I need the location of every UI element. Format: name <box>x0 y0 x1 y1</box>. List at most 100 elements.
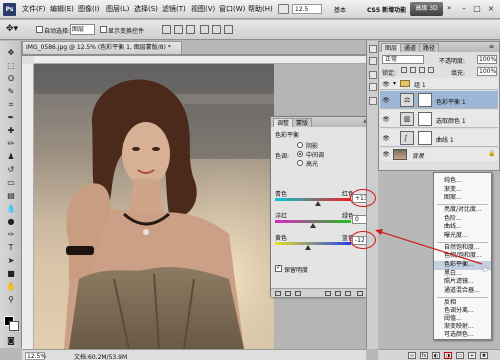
clone-stamp-icon[interactable]: ♟ <box>4 151 18 162</box>
document-size-info[interactable]: 文档:60.2M/53.9M <box>74 352 127 360</box>
zoom-status-field[interactable]: 12.5% <box>25 352 46 360</box>
tab-masks[interactable]: 蒙版 <box>292 118 313 127</box>
workspace-more-button[interactable]: » <box>447 4 451 12</box>
menu-filter[interactable]: 滤镜(T) <box>162 4 186 14</box>
add-mask-icon[interactable]: ◐ <box>432 352 440 359</box>
link-layers-icon[interactable]: ∞ <box>408 352 416 359</box>
tone-shadows-radio[interactable] <box>297 142 303 148</box>
tab-adjustments[interactable]: 调整 <box>273 118 294 127</box>
yellow-blue-track[interactable] <box>275 242 351 245</box>
layer-row-curves[interactable]: 👁 ∫ 曲线 1 <box>380 129 498 147</box>
trash-icon[interactable] <box>357 291 363 296</box>
tab-layers[interactable]: 图层 <box>381 43 402 52</box>
layer-mask-thumbnail[interactable] <box>418 93 432 107</box>
menu-file[interactable]: 文件(F) <box>22 4 46 14</box>
preserve-luminosity-checkbox[interactable]: ✓ <box>275 264 282 272</box>
layers-menu-icon[interactable]: ≡ <box>489 43 494 50</box>
layer-row-background[interactable]: 👁 背景 🔒 <box>380 148 498 161</box>
zoom-level-field[interactable]: 12.5 <box>292 4 322 14</box>
pen-icon[interactable]: ✑ <box>4 229 18 240</box>
group-expand-icon[interactable]: ▾ <box>393 80 396 87</box>
new-group-icon[interactable]: ▭ <box>456 352 464 359</box>
marquee-icon[interactable]: ⬚ <box>4 60 18 71</box>
menu-item-selective-color[interactable]: 可选颜色... <box>434 331 491 340</box>
tab-paths[interactable]: 路径 <box>419 43 440 52</box>
background-color-swatch[interactable] <box>9 321 19 331</box>
align-left-icon[interactable] <box>200 25 209 34</box>
menu-item-solid-color[interactable]: 纯色... <box>434 177 491 186</box>
menu-item-photo-filter[interactable]: 照片滤镜... <box>434 278 491 287</box>
workspace-new-features[interactable]: CS5 新增功能 <box>367 5 406 14</box>
return-icon[interactable] <box>275 291 281 296</box>
menu-item-pattern[interactable]: 图案... <box>434 194 491 203</box>
align-right-icon[interactable] <box>224 25 233 34</box>
blend-mode-dropdown[interactable]: 正常 <box>382 55 424 64</box>
eraser-icon[interactable]: ▭ <box>4 177 18 188</box>
styles-panel-icon[interactable] <box>369 97 377 105</box>
menu-help[interactable]: 帮助(H) <box>248 4 273 14</box>
quick-mask-icon[interactable]: ◙ <box>4 335 18 346</box>
swatches-panel-icon[interactable] <box>369 83 377 91</box>
cyan-red-slider-handle[interactable] <box>314 201 321 206</box>
menu-window[interactable]: 窗口(W) <box>219 4 245 14</box>
new-layer-icon[interactable]: + <box>468 352 476 359</box>
lock-transparency-icon[interactable] <box>401 67 407 73</box>
align-center-icon[interactable] <box>212 25 221 34</box>
eye-icon[interactable]: 👁 <box>382 135 390 142</box>
layer-style-icon[interactable]: fx <box>420 352 428 359</box>
menu-item-vibrance[interactable]: 自然饱和度... <box>434 244 491 253</box>
close-button[interactable]: × <box>486 3 496 14</box>
layer-row-color-balance[interactable]: 👁 ⚖ 色彩平衡 1 <box>380 91 498 109</box>
view-previous-icon[interactable] <box>335 291 341 296</box>
layer-mask-thumbnail[interactable] <box>418 112 432 126</box>
eye-icon[interactable]: 👁 <box>382 81 390 88</box>
vertical-ruler[interactable] <box>22 64 34 349</box>
type-icon[interactable]: T <box>4 242 18 253</box>
menu-layer[interactable]: 图层(L) <box>106 4 129 14</box>
horizontal-ruler[interactable] <box>34 56 366 64</box>
history-panel-icon[interactable] <box>369 45 377 53</box>
delete-layer-icon[interactable]: ✖ <box>480 352 488 359</box>
lock-position-icon[interactable] <box>419 67 425 73</box>
cyan-red-track[interactable] <box>275 198 351 201</box>
menu-item-levels[interactable]: 色阶... <box>434 215 491 224</box>
visibility-toggle-icon[interactable] <box>325 291 331 296</box>
eyedropper-icon[interactable]: ✒ <box>4 112 18 123</box>
menu-item-brightness-contrast[interactable]: 亮度/对比度... <box>434 206 491 215</box>
crop-icon[interactable]: ⌗ <box>4 99 18 110</box>
lock-pixels-icon[interactable] <box>410 67 416 73</box>
menu-item-exposure[interactable]: 曝光度... <box>434 232 491 241</box>
layer-mask-thumbnail[interactable] <box>418 131 432 145</box>
zoom-icon[interactable]: ⚲ <box>4 294 18 305</box>
tab-channels[interactable]: 通道 <box>400 43 421 52</box>
workspace-advanced-3d[interactable]: 高级 3D <box>410 2 443 16</box>
hand-icon[interactable]: ✋ <box>4 281 18 292</box>
menu-select[interactable]: 选择(S) <box>134 4 158 14</box>
history-brush-icon[interactable]: ↺ <box>4 164 18 175</box>
color-panel-icon[interactable] <box>369 71 377 79</box>
menu-item-curves[interactable]: 曲线... <box>434 223 491 232</box>
dodge-icon[interactable]: ● <box>4 216 18 227</box>
eye-icon[interactable]: 👁 <box>382 151 390 158</box>
clip-layer-icon[interactable] <box>295 291 301 296</box>
yellow-blue-slider-handle[interactable] <box>305 245 312 250</box>
opacity-field[interactable]: 100% <box>477 55 497 64</box>
show-transform-checkbox[interactable] <box>100 26 107 33</box>
bridge-icon[interactable] <box>278 4 289 14</box>
quick-select-icon[interactable]: ✎ <box>4 86 18 97</box>
lasso-icon[interactable]: ʘ <box>4 73 18 84</box>
workspace-basic[interactable]: 基本 <box>334 5 346 14</box>
eye-icon[interactable]: 👁 <box>382 97 390 104</box>
auto-select-dropdown[interactable]: 图层 <box>70 24 95 35</box>
gradient-icon[interactable]: ▤ <box>4 190 18 201</box>
move-icon[interactable]: ✥ <box>4 47 18 58</box>
layer-row-selective-color[interactable]: 👁 ▥ 选取颜色 1 <box>380 110 498 128</box>
align-middle-icon[interactable] <box>174 25 183 34</box>
brush-icon[interactable]: ✏ <box>4 138 18 149</box>
menu-item-gradient[interactable]: 渐变... <box>434 186 491 195</box>
layer-row-group[interactable]: 👁 ▾ 组 1 <box>380 78 498 90</box>
magenta-green-slider-handle[interactable] <box>310 223 316 228</box>
menu-view[interactable]: 视图(V) <box>191 4 215 14</box>
eye-icon[interactable]: 👁 <box>382 116 390 123</box>
reset-icon[interactable] <box>345 291 351 296</box>
